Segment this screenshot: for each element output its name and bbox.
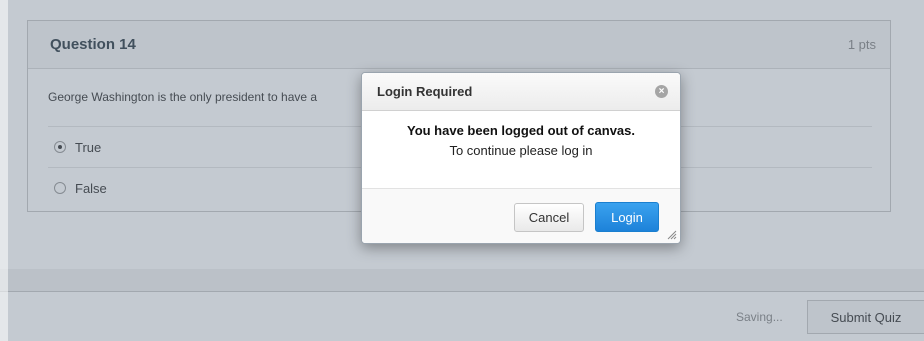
cancel-button[interactable]: Cancel (514, 203, 584, 232)
close-icon[interactable]: × (655, 85, 668, 98)
dialog-content: You have been logged out of canvas. To c… (362, 111, 680, 188)
dialog-titlebar[interactable]: Login Required × (362, 73, 680, 111)
login-button[interactable]: Login (595, 202, 659, 232)
dialog-buttonbar: Cancel Login (362, 188, 680, 243)
dialog-title: Login Required (377, 84, 473, 99)
continue-message: To continue please log in (449, 143, 593, 158)
logged-out-message: You have been logged out of canvas. (406, 123, 636, 138)
resize-handle-icon[interactable] (667, 230, 677, 240)
login-required-dialog: Login Required × You have been logged ou… (361, 72, 681, 244)
page-left-edge (0, 0, 8, 341)
